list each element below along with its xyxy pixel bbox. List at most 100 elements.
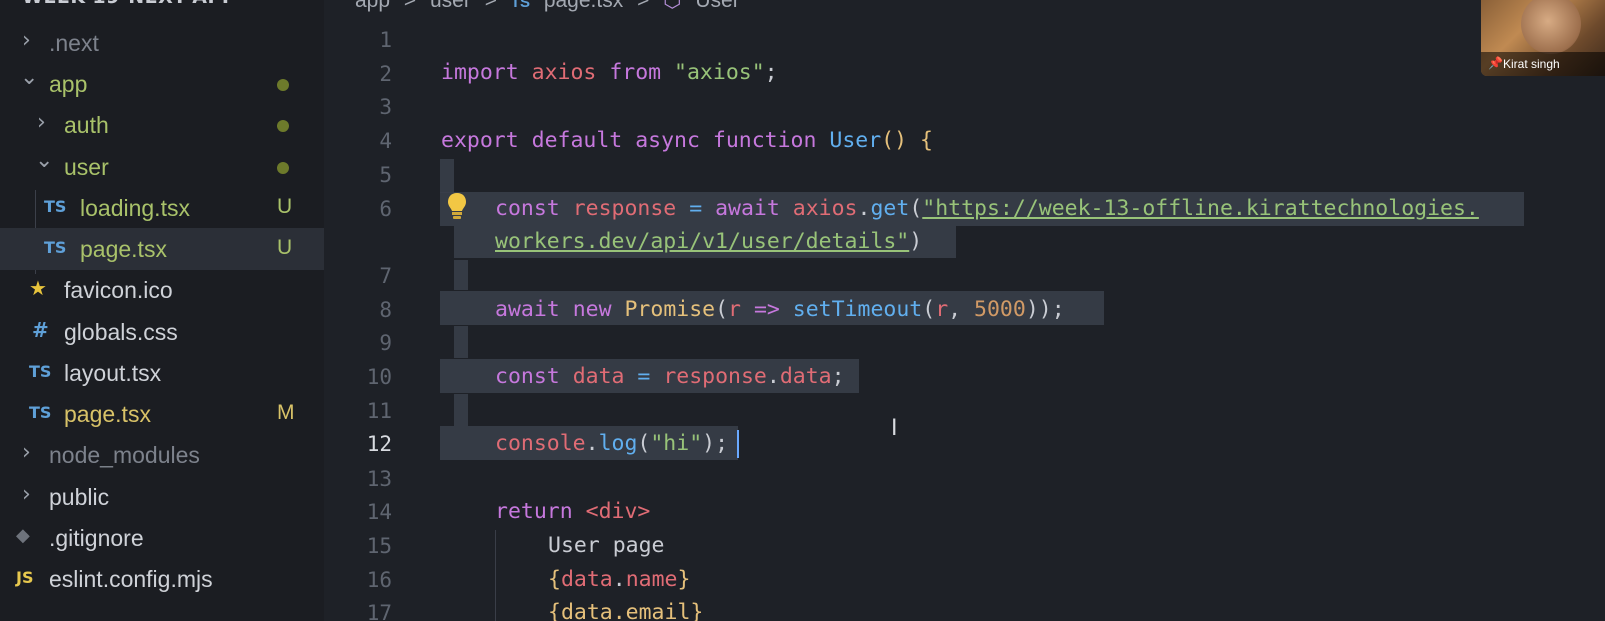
git-status-badge: U bbox=[277, 195, 293, 218]
project-title[interactable]: WEEK-19-NEXT-APP bbox=[22, 0, 236, 8]
tree-item-label: .next bbox=[49, 30, 99, 56]
token: "https://week-13-offline.kirattechnologi… bbox=[922, 196, 1479, 221]
code-line-4: export default async function User() { bbox=[441, 128, 933, 153]
line-number: 1 bbox=[379, 28, 392, 52]
tree-item-label: globals.css bbox=[64, 319, 178, 345]
line-number: 2 bbox=[379, 62, 392, 86]
line-number: 13 bbox=[366, 467, 392, 491]
tree-item-label: auth bbox=[64, 112, 109, 138]
token: async bbox=[635, 128, 700, 153]
tree-item-favicon[interactable]: ★ favicon.ico bbox=[0, 269, 324, 311]
breadcrumb-item[interactable]: app bbox=[355, 0, 390, 12]
token: User page bbox=[548, 533, 665, 558]
token: get bbox=[870, 196, 910, 221]
code-line-17: {data.email} bbox=[548, 600, 703, 621]
token: data bbox=[560, 567, 613, 592]
line-number: 17 bbox=[366, 601, 392, 621]
selection-highlight bbox=[454, 394, 468, 426]
token: } bbox=[677, 567, 691, 592]
breadcrumb-item[interactable]: user bbox=[430, 0, 471, 12]
token: r bbox=[728, 297, 741, 322]
ibeam-cursor-icon: I bbox=[891, 416, 898, 441]
token: . bbox=[612, 567, 626, 592]
tree-item-page-tsx-user[interactable]: TS page.tsx U bbox=[0, 228, 324, 270]
typescript-file-icon: TS bbox=[44, 238, 67, 257]
participant-video bbox=[1521, 0, 1581, 54]
token: 5000 bbox=[974, 297, 1026, 322]
code-line-10: const data = response.data; bbox=[495, 364, 845, 389]
code-line-16: {data.name} bbox=[548, 567, 690, 592]
modified-dot bbox=[277, 79, 289, 91]
code-line-6-wrap: workers.dev/api/v1/user/details") bbox=[495, 229, 922, 254]
token: "axios" bbox=[674, 60, 765, 85]
modified-dot bbox=[277, 162, 289, 174]
code-editor[interactable]: app > user > TS page.tsx > ⬡ User 1 2 3 … bbox=[324, 0, 1605, 621]
line-number: 16 bbox=[366, 568, 392, 592]
line-number: 3 bbox=[379, 95, 392, 119]
token: = bbox=[676, 196, 716, 221]
tree-item-layout-tsx[interactable]: TS layout.tsx bbox=[0, 352, 324, 394]
line-number: 15 bbox=[366, 534, 392, 558]
token: Promise bbox=[624, 297, 716, 322]
lightbulb-icon[interactable] bbox=[447, 192, 467, 220]
chevron-down-icon: ⌄ bbox=[35, 148, 54, 173]
tree-item-auth[interactable]: › auth bbox=[0, 104, 324, 146]
tree-item-label: node_modules bbox=[49, 442, 200, 468]
webcam-overlay: 📌 Kirat singh bbox=[1481, 0, 1605, 76]
tree-item-node-modules[interactable]: › node_modules bbox=[0, 434, 324, 476]
symbol-icon: ⬡ bbox=[663, 0, 682, 12]
tree-item-label: user bbox=[64, 154, 109, 180]
token: )); bbox=[1025, 297, 1065, 322]
breadcrumb-separator: > bbox=[403, 0, 417, 12]
explorer-sidebar: WEEK-19-NEXT-APP › .next ⌄ app › auth ⌄ … bbox=[0, 0, 324, 621]
code-line-6: const response = await axios.get("https:… bbox=[495, 196, 1479, 221]
token: {data.email} bbox=[548, 600, 704, 621]
tree-item-app[interactable]: ⌄ app bbox=[0, 63, 324, 105]
token: "hi" bbox=[650, 431, 703, 456]
token: log bbox=[598, 431, 638, 456]
token: name bbox=[625, 567, 678, 592]
line-number: 14 bbox=[366, 500, 392, 524]
code-line-14: return <div> bbox=[495, 499, 650, 524]
tree-item-globals-css[interactable]: # globals.css bbox=[0, 311, 324, 353]
token: ) bbox=[909, 229, 923, 254]
tree-item-page-tsx-root[interactable]: TS page.tsx M bbox=[0, 393, 324, 435]
tree-item-public[interactable]: › public bbox=[0, 476, 324, 518]
git-status-badge: M bbox=[277, 401, 295, 424]
tree-item-label: app bbox=[49, 71, 88, 97]
token: ( bbox=[909, 196, 923, 221]
tree-item-eslint-config[interactable]: JS eslint.config.mjs bbox=[0, 558, 324, 600]
token: console bbox=[495, 431, 586, 456]
pin-icon: 📌 bbox=[1488, 56, 1503, 70]
token: response bbox=[572, 196, 677, 221]
code-line-8: await new Promise(r => setTimeout(r, 500… bbox=[495, 297, 1065, 322]
token: const bbox=[495, 196, 560, 221]
breadcrumb-separator: > bbox=[484, 0, 497, 12]
line-number: 10 bbox=[366, 365, 392, 389]
tree-item-user[interactable]: ⌄ user bbox=[0, 146, 324, 188]
token: . bbox=[585, 431, 599, 456]
token: . bbox=[766, 364, 780, 389]
token: setTimeout bbox=[792, 297, 923, 322]
tree-item-gitignore[interactable]: ◆ .gitignore bbox=[0, 517, 324, 559]
breadcrumb-item[interactable]: User bbox=[695, 0, 739, 12]
line-number: 9 bbox=[379, 331, 392, 355]
token: response bbox=[663, 364, 767, 389]
tree-item-next[interactable]: › .next bbox=[0, 22, 324, 64]
token: ( bbox=[637, 431, 651, 456]
tree-item-label: loading.tsx bbox=[80, 195, 190, 221]
token: axios bbox=[531, 60, 597, 85]
tree-item-loading-tsx[interactable]: TS loading.tsx U bbox=[0, 187, 324, 229]
token: const bbox=[495, 364, 560, 389]
typescript-file-icon: TS bbox=[29, 362, 52, 381]
token: = bbox=[624, 364, 664, 389]
indent-guide bbox=[495, 530, 496, 621]
token: return bbox=[495, 499, 573, 524]
typescript-file-icon: TS bbox=[29, 403, 52, 422]
breadcrumb-item[interactable]: page.tsx bbox=[544, 0, 623, 12]
line-number: 4 bbox=[379, 129, 392, 153]
